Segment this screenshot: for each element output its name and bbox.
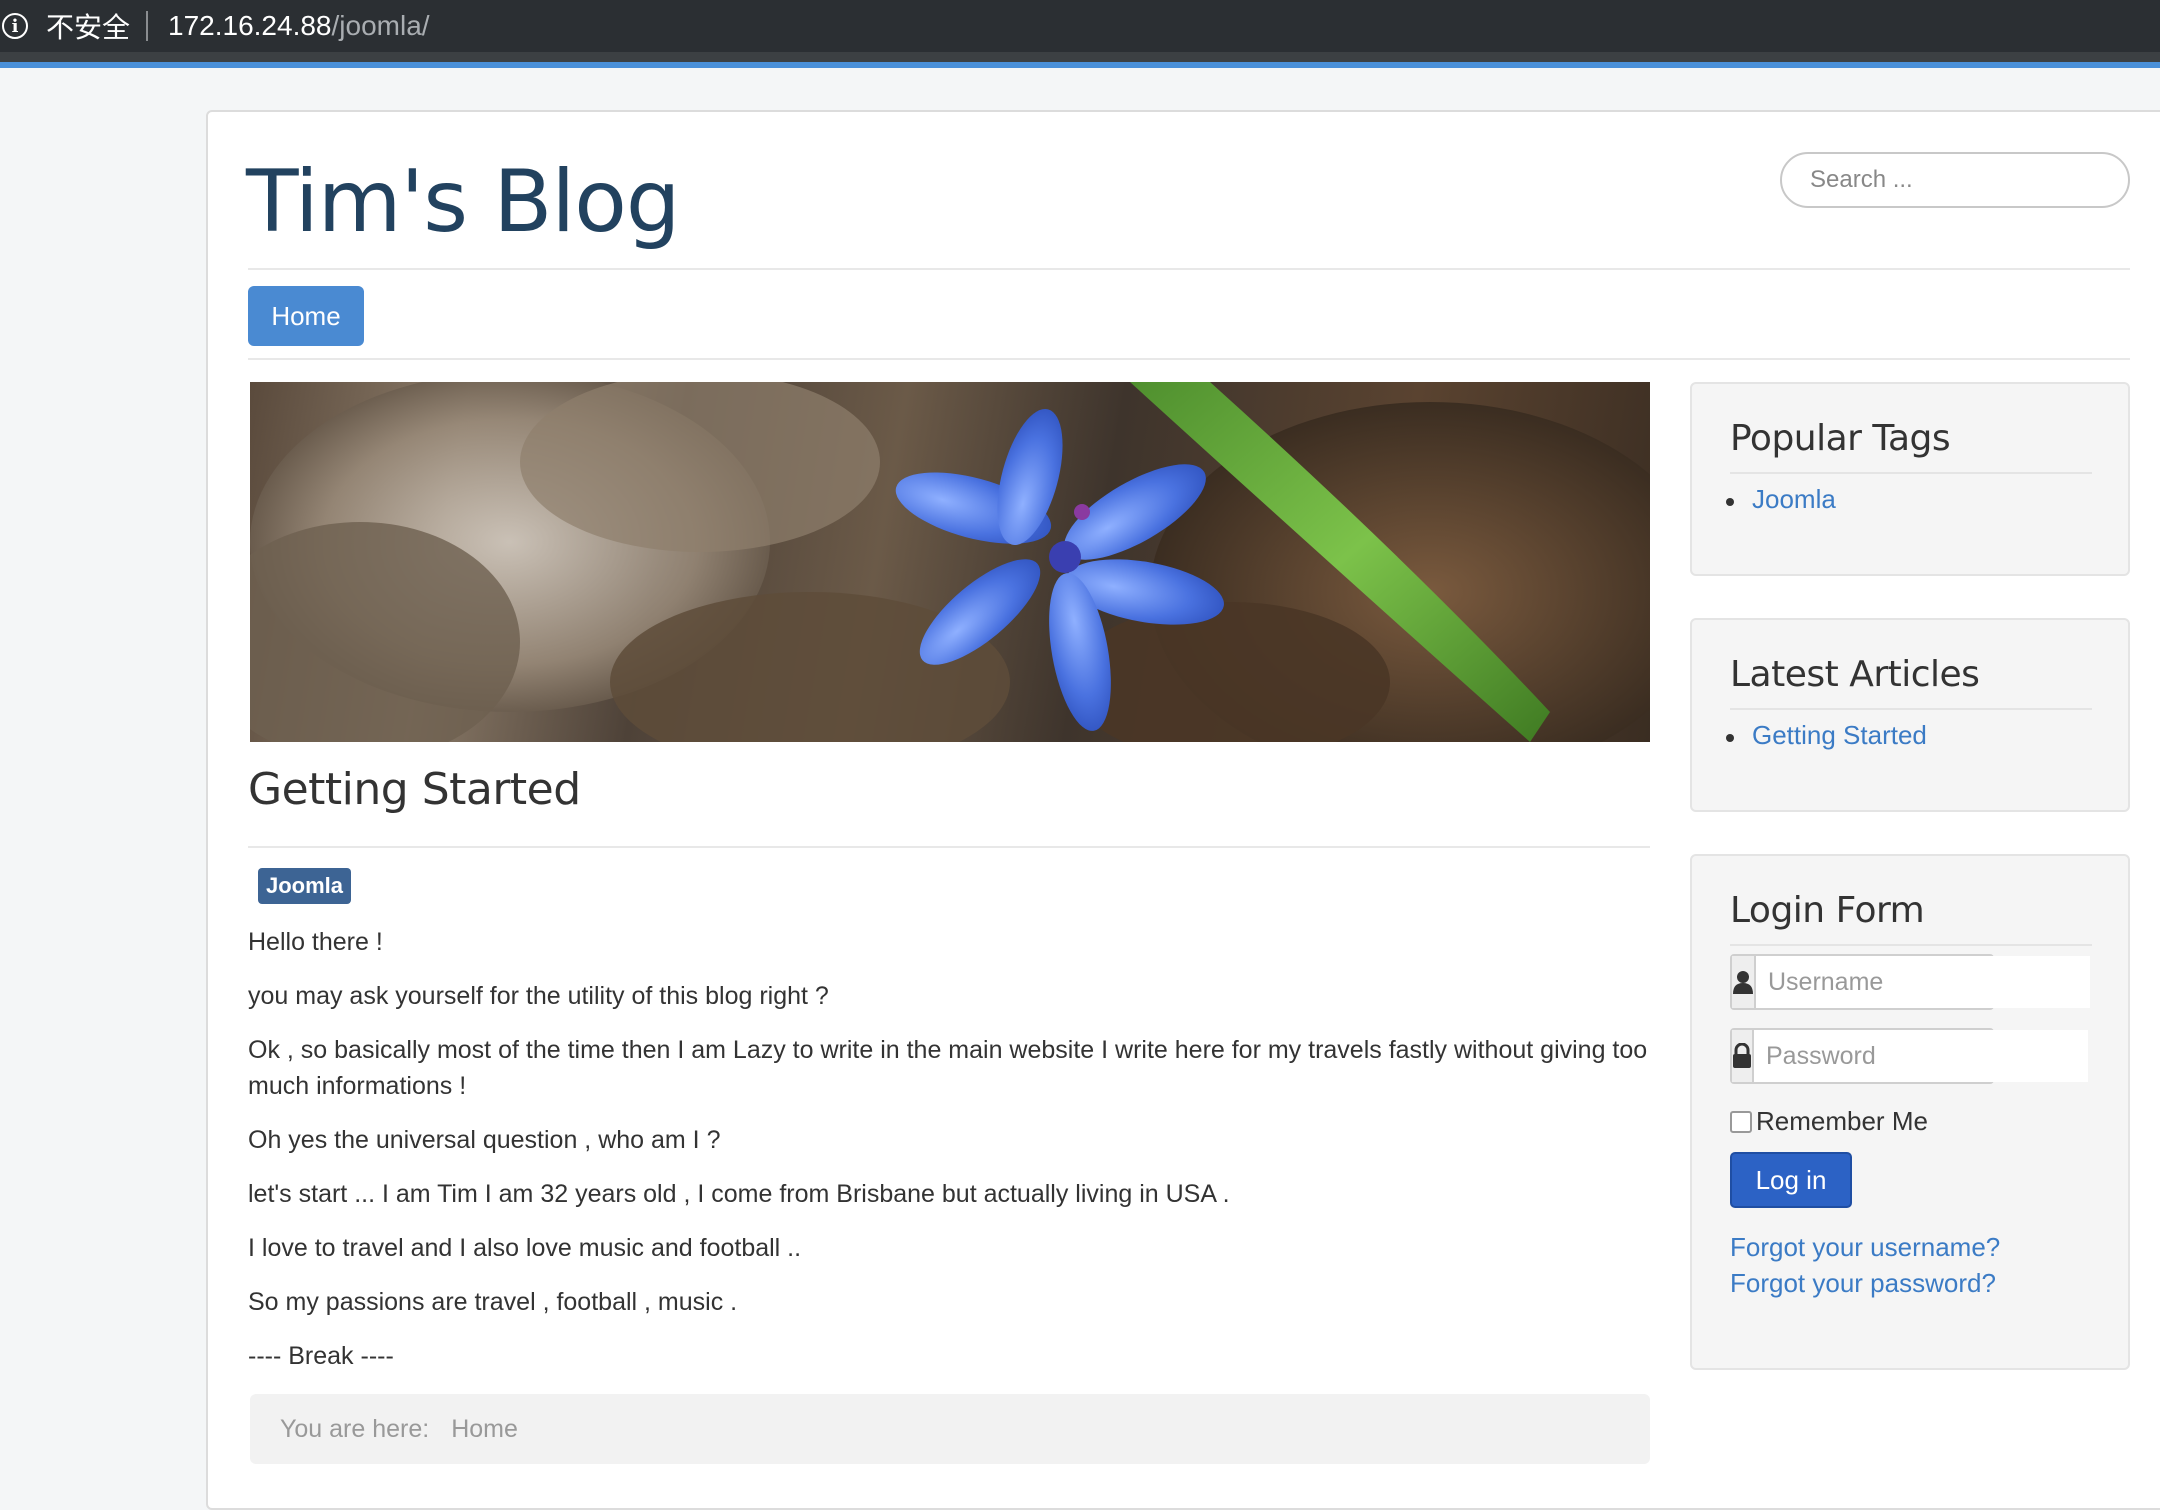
user-icon (1732, 956, 1756, 1008)
password-input[interactable] (1754, 1030, 2088, 1082)
popular-tags-module: Popular Tags Joomla (1690, 382, 2130, 576)
article-paragraph: So my passions are travel , football , m… (248, 1288, 738, 1316)
password-field-group (1730, 1028, 2088, 1084)
article-paragraph: Hello there ! (248, 928, 383, 956)
login-form-title: Login Form (1730, 890, 1925, 931)
url-path: /joomla/ (331, 10, 430, 41)
article-paragraph: Ok , so basically most of the time then … (248, 1036, 1648, 1100)
url-host: 172.16.24.88 (168, 10, 332, 41)
popular-tags-list: Joomla (1726, 484, 1836, 515)
breadcrumb-prefix: You are here: (280, 1414, 430, 1443)
article-body: Hello there ! you may ask yourself for t… (248, 924, 1658, 1392)
header-banner-image (250, 382, 1650, 742)
article-paragraph: I love to travel and I also love music a… (248, 1234, 802, 1262)
article-paragraph: you may ask yourself for the utility of … (248, 982, 829, 1010)
info-icon[interactable]: i (2, 13, 28, 39)
article-title[interactable]: Getting Started (248, 764, 581, 815)
article-paragraph: ---- Break ---- (248, 1342, 394, 1370)
header-divider (248, 268, 2130, 270)
login-button[interactable]: Log in (1730, 1152, 1852, 1208)
breadcrumb: You are here: Home (250, 1394, 1650, 1464)
search-input[interactable] (1780, 152, 2130, 208)
module-divider (1730, 708, 2092, 710)
browser-address-bar: i 不安全 172.16.24.88/joomla/ (0, 0, 2160, 52)
forgot-password-link[interactable]: Forgot your password? (1730, 1268, 1996, 1299)
remember-me-label: Remember Me (1756, 1106, 1928, 1136)
article-link[interactable]: Getting Started (1726, 720, 1927, 751)
page-container: Tim's Blog Home (206, 110, 2160, 1510)
latest-articles-title: Latest Articles (1730, 654, 1980, 695)
breadcrumb-current: Home (451, 1414, 518, 1443)
module-divider (1730, 944, 2092, 946)
url-field[interactable]: 172.16.24.88/joomla/ (168, 10, 430, 42)
address-separator (146, 11, 149, 41)
tag-link[interactable]: Joomla (1726, 484, 1836, 515)
lock-icon (1732, 1030, 1754, 1082)
username-field-group (1730, 954, 2090, 1010)
login-form-module: Login Form Remember Me Log in Forgot you… (1690, 854, 2130, 1370)
remember-me[interactable]: Remember Me (1730, 1106, 1928, 1137)
toolbar-divider (0, 52, 2160, 62)
popular-tags-title: Popular Tags (1730, 418, 1951, 459)
nav-item-home[interactable]: Home (248, 286, 364, 346)
security-label[interactable]: 不安全 (46, 6, 130, 46)
remember-me-checkbox[interactable] (1730, 1110, 1752, 1133)
forgot-username-link[interactable]: Forgot your username? (1730, 1232, 2000, 1263)
article-paragraph: Oh yes the universal question , who am I… (248, 1126, 721, 1154)
article-tag-badge[interactable]: Joomla (258, 868, 352, 904)
site-title[interactable]: Tim's Blog (246, 152, 680, 252)
article-divider (248, 846, 1650, 848)
article-paragraph: let's start ... I am Tim I am 32 years o… (248, 1180, 1230, 1208)
page-load-bar (0, 62, 2160, 68)
module-divider (1730, 472, 2092, 474)
latest-articles-module: Latest Articles Getting Started (1690, 618, 2130, 812)
username-input[interactable] (1756, 956, 2090, 1008)
latest-articles-list: Getting Started (1726, 720, 1927, 751)
flower-photo (250, 382, 1650, 742)
nav-divider (248, 358, 2130, 360)
